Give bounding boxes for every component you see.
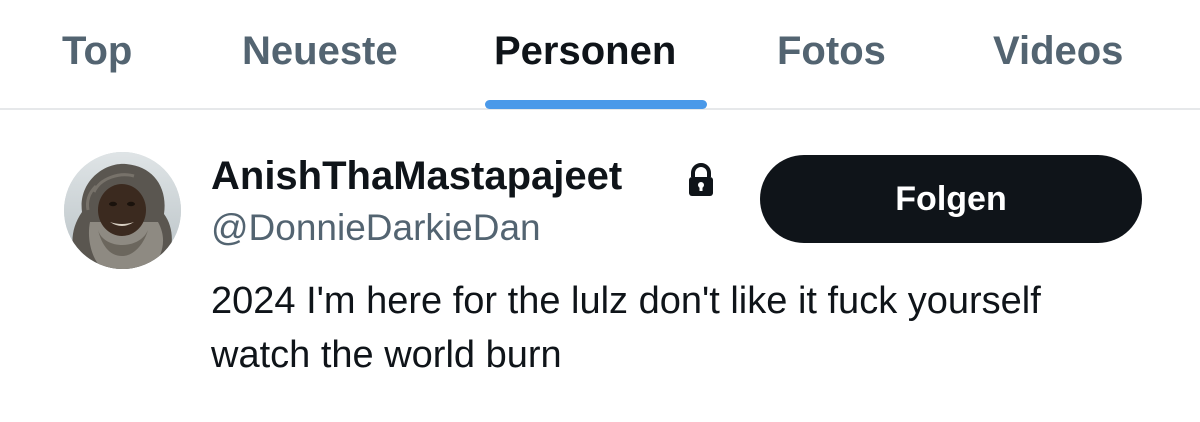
avatar-photo-icon [64,152,181,269]
user-result-row[interactable]: AnishThaMastapajeet @DonnieDarkieDan Fol… [0,112,1200,422]
tab-personen[interactable]: Personen [494,26,676,76]
tab-fotos[interactable]: Fotos [777,26,886,76]
user-handle[interactable]: @DonnieDarkieDan [211,206,541,250]
lock-icon [689,163,713,196]
user-bio: 2024 I'm here for the lulz don't like it… [211,280,1041,376]
tab-videos[interactable]: Videos [993,26,1123,76]
display-name[interactable]: AnishThaMastapajeet [211,152,622,200]
tab-neueste[interactable]: Neueste [242,26,398,76]
tab-top[interactable]: Top [62,26,132,76]
follow-button[interactable]: Folgen [760,155,1142,243]
search-results-page: Top Neueste Personen Fotos Videos AnishT… [0,0,1200,422]
avatar[interactable] [64,152,181,269]
search-tabs: Top Neueste Personen Fotos Videos [0,0,1200,110]
active-tab-indicator [485,100,707,109]
